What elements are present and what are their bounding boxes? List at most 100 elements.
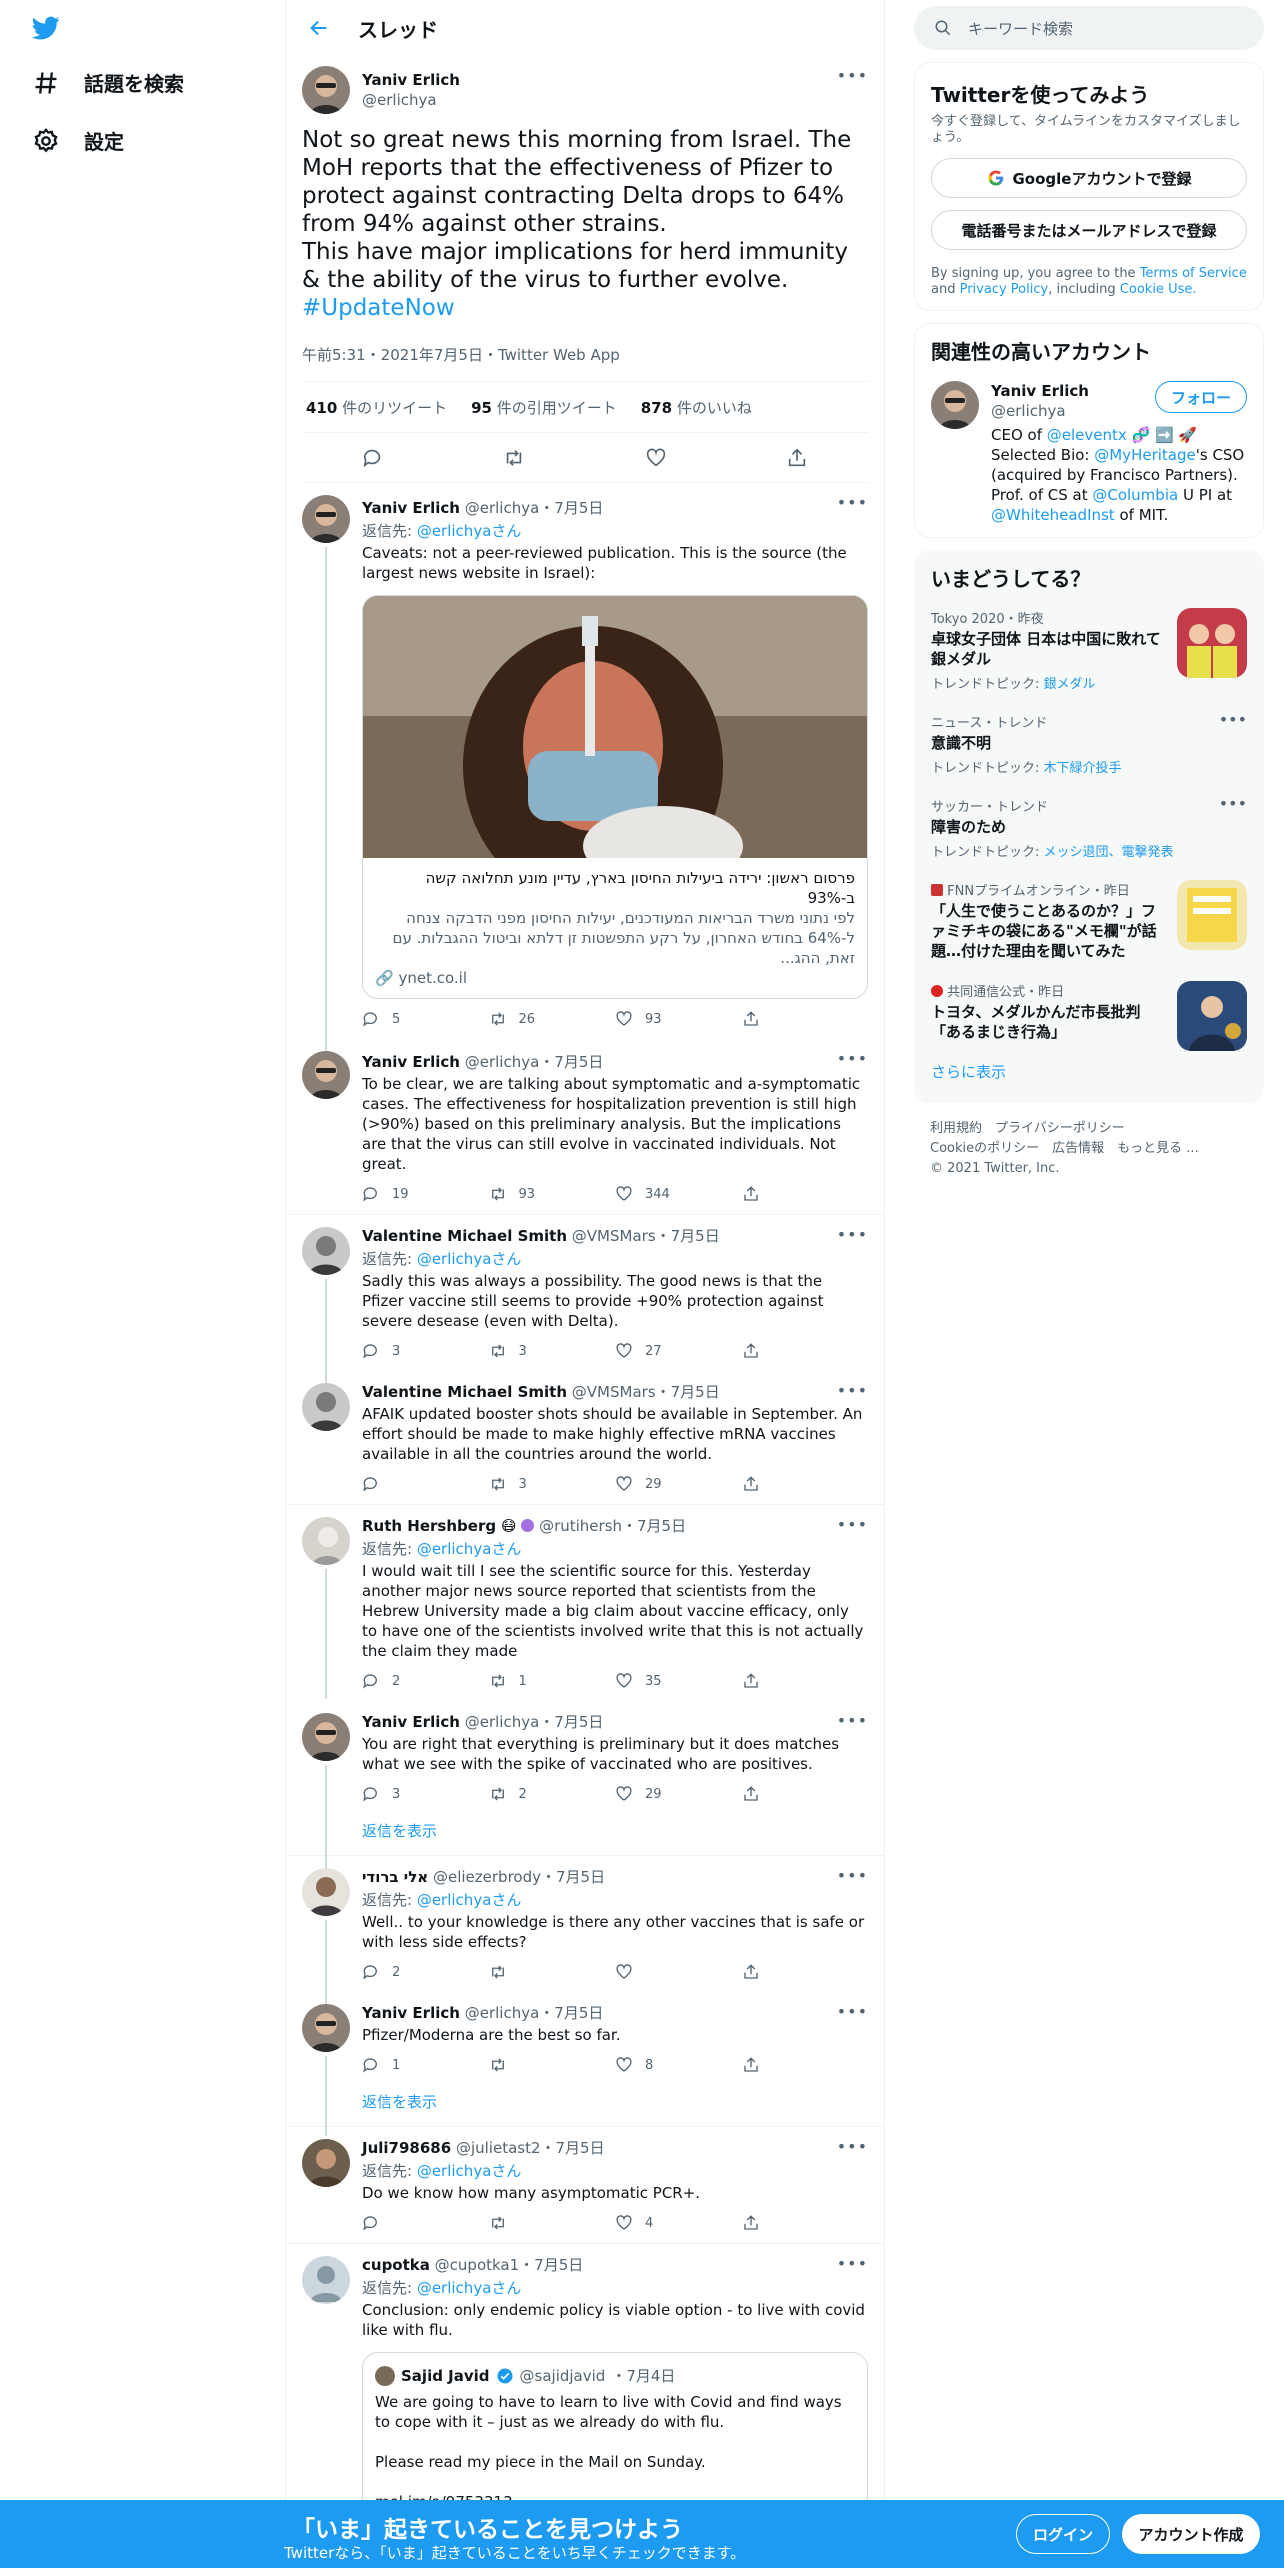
share-button[interactable]: [742, 1475, 869, 1493]
reply-date[interactable]: ・7月5日: [519, 2256, 583, 2274]
reply-to-link[interactable]: @erlichyaさん: [417, 1540, 522, 1558]
avatar[interactable]: [302, 2256, 350, 2304]
reply-button[interactable]: 3: [362, 1342, 489, 1360]
avatar[interactable]: [302, 2004, 350, 2052]
footer-cookie-link[interactable]: Cookieのポリシー: [930, 1141, 1039, 1156]
share-button[interactable]: [742, 2056, 869, 2074]
retweet-button[interactable]: 3: [489, 1475, 616, 1493]
show-more-link[interactable]: さらに表示: [931, 1053, 1247, 1090]
reply-author-handle[interactable]: @rutihersh: [539, 1517, 622, 1535]
retweet-button[interactable]: 93: [489, 1185, 616, 1203]
terms-link[interactable]: Terms of Service: [1140, 266, 1247, 281]
like-button[interactable]: 35: [615, 1672, 742, 1690]
avatar[interactable]: [931, 381, 979, 429]
like-button[interactable]: 27: [615, 1342, 742, 1360]
reply-to-link[interactable]: @erlichyaさん: [417, 522, 522, 540]
more-icon[interactable]: •••: [837, 2002, 868, 2021]
show-replies-link[interactable]: 返信を表示: [362, 2085, 868, 2126]
avatar[interactable]: [302, 1227, 350, 1275]
more-icon[interactable]: •••: [837, 1515, 868, 1534]
reply-button[interactable]: [362, 2214, 489, 2232]
author-handle[interactable]: @erlichya: [362, 91, 460, 109]
reply-author-name[interactable]: Juli798686: [362, 2139, 451, 2157]
more-icon[interactable]: •••: [837, 1866, 868, 1885]
more-icon[interactable]: •••: [837, 1049, 868, 1068]
reply-to-link[interactable]: @erlichyaさん: [417, 1891, 522, 1909]
more-icon[interactable]: •••: [837, 66, 868, 85]
reply-date[interactable]: ・7月5日: [656, 1227, 720, 1245]
retweet-button[interactable]: 2: [489, 1785, 616, 1803]
reply-author-name[interactable]: Valentine Michael Smith: [362, 1383, 567, 1401]
reply-button[interactable]: 5: [362, 1010, 489, 1028]
retweet-button[interactable]: 1: [489, 1672, 616, 1690]
reply-author-handle[interactable]: @VMSMars: [572, 1383, 656, 1401]
footer-privacy-link[interactable]: プライバシーポリシー: [995, 1121, 1125, 1136]
reply-tweet[interactable]: Yaniv Erlich @erlichya・7月5日 ••• You are …: [286, 1701, 884, 1895]
share-button[interactable]: [742, 1963, 869, 1981]
reply-author-name[interactable]: Yaniv Erlich: [362, 1053, 460, 1071]
privacy-link[interactable]: Privacy Policy: [960, 282, 1049, 297]
share-icon[interactable]: [786, 447, 808, 469]
reply-author-name[interactable]: Yaniv Erlich: [362, 499, 460, 517]
reply-date[interactable]: ・7月5日: [541, 1868, 605, 1886]
hashtag-link[interactable]: #UpdateNow: [302, 295, 455, 321]
quote-count[interactable]: 95 件の引用ツイート: [471, 397, 617, 418]
reply-author-handle[interactable]: @julietast2: [456, 2139, 541, 2157]
reply-tweet[interactable]: Ruth Hershberg 😷 @rutihersh・7月5日 ••• 返信先…: [286, 1505, 884, 1701]
avatar[interactable]: [302, 1383, 350, 1431]
reply-to-link[interactable]: @erlichyaさん: [417, 2162, 522, 2180]
like-icon[interactable]: [645, 447, 667, 469]
reply-tweet[interactable]: Yaniv Erlich @erlichya・7月5日 ••• To be cl…: [286, 1039, 884, 1215]
like-button[interactable]: 4: [615, 2214, 742, 2232]
reply-author-name[interactable]: אלי ברודי: [362, 1868, 428, 1886]
reply-to-link[interactable]: @erlichyaさん: [417, 1250, 522, 1268]
reply-date[interactable]: ・7月5日: [622, 1517, 686, 1535]
retweet-button[interactable]: [489, 2214, 616, 2232]
avatar[interactable]: [302, 2139, 350, 2187]
share-button[interactable]: [742, 2214, 869, 2232]
trend-item[interactable]: サッカー・トレンド 障害のため トレンドトピック: メッシ退団、電撃発表 •••: [931, 786, 1247, 870]
twitter-logo-icon[interactable]: [30, 14, 62, 42]
reply-author-handle[interactable]: @VMSMars: [572, 1227, 656, 1245]
like-button[interactable]: 93: [615, 1010, 742, 1028]
reply-button[interactable]: 3: [362, 1785, 489, 1803]
bio-link[interactable]: @WhiteheadInst: [991, 506, 1115, 524]
reply-author-name[interactable]: Valentine Michael Smith: [362, 1227, 567, 1245]
like-button[interactable]: 29: [615, 1475, 742, 1493]
more-icon[interactable]: •••: [837, 1225, 868, 1244]
more-icon[interactable]: •••: [837, 1711, 868, 1730]
search-box[interactable]: キーワード検索: [914, 6, 1264, 50]
more-icon[interactable]: •••: [1219, 794, 1247, 813]
reply-button[interactable]: 2: [362, 1963, 489, 1981]
phone-signup-button[interactable]: 電話番号またはメールアドレスで登録: [931, 210, 1247, 250]
retweet-button[interactable]: 26: [489, 1010, 616, 1028]
nav-explore[interactable]: 話題を検索: [32, 68, 184, 97]
reply-icon[interactable]: [362, 447, 384, 469]
trend-item[interactable]: FNNプライムオンライン・昨日 「人生で使うことあるのか？」ファミチキの袋にある…: [931, 870, 1247, 971]
follow-button[interactable]: フォロー: [1155, 381, 1247, 413]
reply-tweet[interactable]: cupotka @cupotka1・7月5日 ••• 返信先: @erlichy…: [286, 2244, 884, 2500]
like-button[interactable]: [615, 1963, 742, 1981]
avatar[interactable]: [302, 495, 350, 543]
reply-author-handle[interactable]: @eliezerbrody: [433, 1868, 541, 1886]
retweet-button[interactable]: [489, 2056, 616, 2074]
like-button[interactable]: 344: [615, 1185, 742, 1203]
reply-tweet[interactable]: אלי ברודי @eliezerbrody・7月5日 ••• 返信先: @e…: [286, 1856, 884, 2006]
reply-button[interactable]: 1: [362, 2056, 489, 2074]
reply-button[interactable]: 2: [362, 1672, 489, 1690]
login-button[interactable]: ログイン: [1016, 2514, 1110, 2554]
footer-terms-link[interactable]: 利用規約: [930, 1121, 982, 1136]
avatar[interactable]: [302, 1517, 350, 1565]
create-account-button[interactable]: アカウント作成: [1122, 2514, 1260, 2554]
nav-settings[interactable]: 設定: [32, 126, 124, 155]
more-icon[interactable]: •••: [837, 2254, 868, 2273]
trend-item[interactable]: 共同通信公式・昨日 トヨタ、メダルかんだ市長批判「あるまじき行為」: [931, 971, 1247, 1053]
retweet-icon[interactable]: [503, 447, 525, 469]
reply-date[interactable]: ・7月5日: [541, 2139, 605, 2157]
more-icon[interactable]: •••: [1219, 710, 1247, 729]
cookie-link[interactable]: Cookie Use.: [1120, 282, 1197, 297]
more-icon[interactable]: •••: [837, 2137, 868, 2156]
retweet-button[interactable]: 3: [489, 1342, 616, 1360]
back-arrow-icon[interactable]: [308, 17, 330, 39]
reply-button[interactable]: [362, 1475, 489, 1493]
